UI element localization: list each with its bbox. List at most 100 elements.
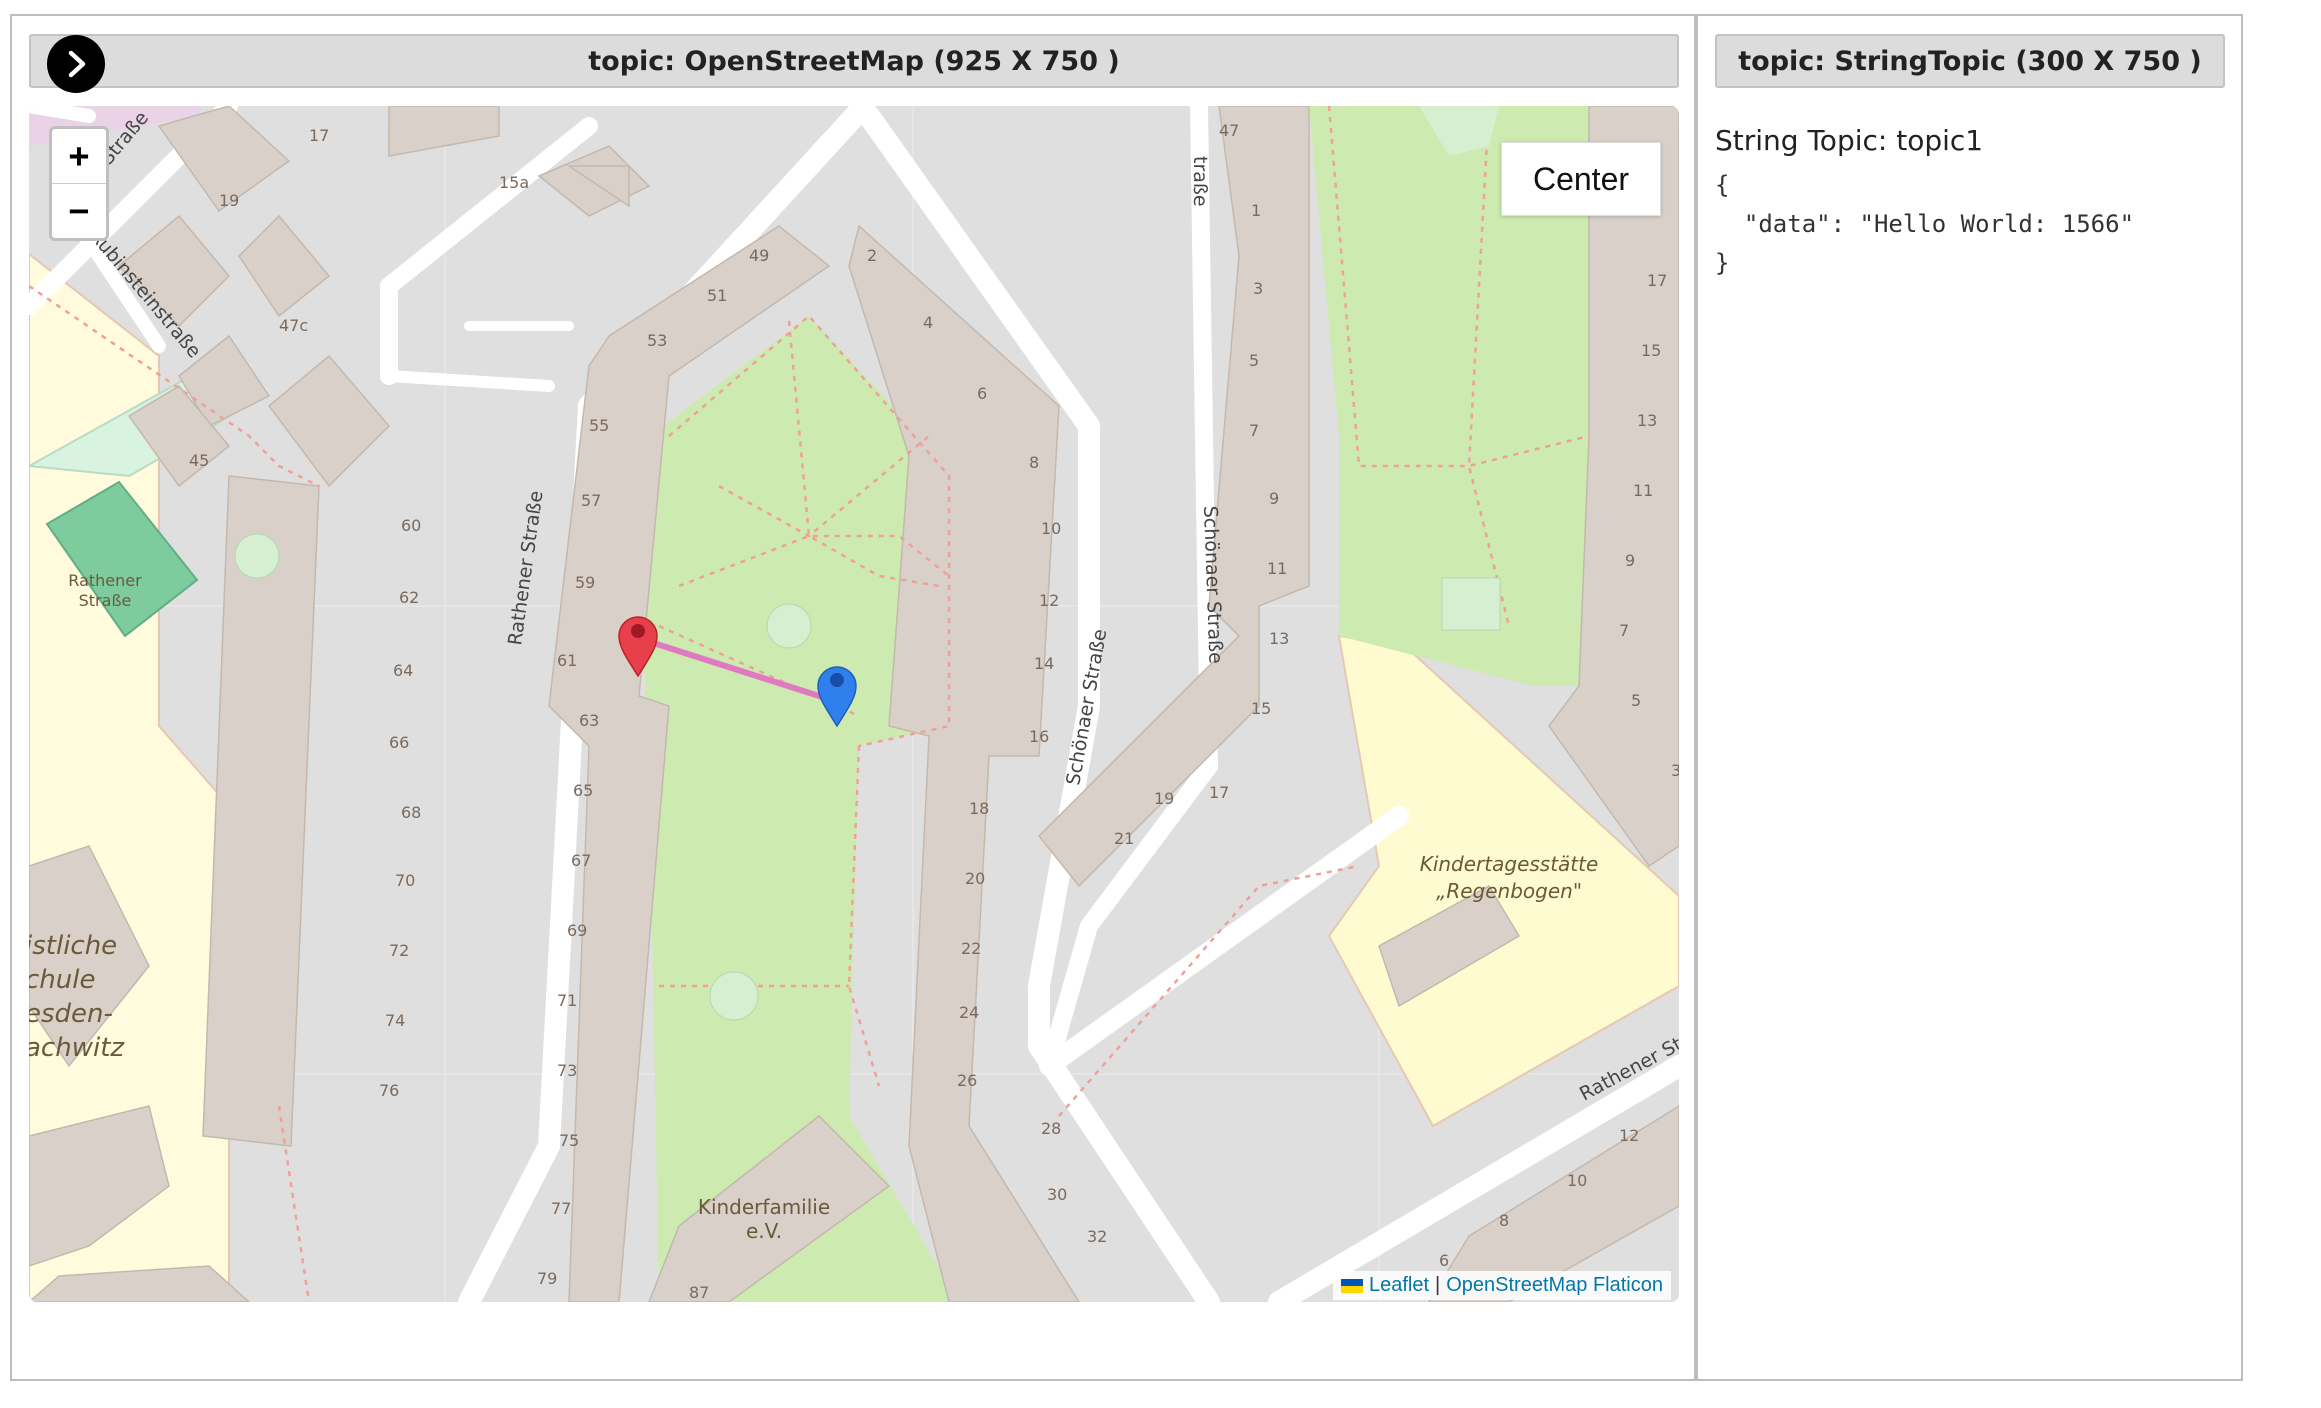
house-number-label: 3 <box>1671 761 1679 780</box>
house-number-label: 17 <box>1647 271 1667 290</box>
house-number-label: 75 <box>559 1131 579 1150</box>
house-number-label: 9 <box>1625 551 1635 570</box>
leaflet-link[interactable]: Leaflet <box>1369 1274 1429 1297</box>
house-number-label: 73 <box>557 1061 577 1080</box>
house-number-label: 51 <box>707 286 727 305</box>
house-number-label: 13 <box>1637 411 1657 430</box>
string-topic-panel: topic: StringTopic (300 X 750 ) String T… <box>1696 14 2243 1381</box>
house-number-label: 49 <box>749 246 769 265</box>
house-number-label: 59 <box>575 573 595 592</box>
house-number-label: 64 <box>393 661 413 680</box>
center-button[interactable]: Center <box>1501 142 1661 216</box>
house-number-label: 55 <box>589 416 609 435</box>
house-number-label: 15 <box>1251 699 1271 718</box>
house-number-label: 12 <box>1619 1126 1639 1145</box>
house-number-label: 28 <box>1041 1119 1061 1138</box>
string-panel-header: topic: StringTopic (300 X 750 ) <box>1715 34 2225 88</box>
house-number-label: 13 <box>1269 629 1289 648</box>
house-number-label: 12 <box>1039 591 1059 610</box>
house-number-label: 77 <box>551 1199 571 1218</box>
house-number-label: 16 <box>1029 727 1049 746</box>
house-number-label: 6 <box>1439 1251 1449 1270</box>
house-number-label: 10 <box>1041 519 1061 538</box>
place-label: istliche <box>29 931 117 961</box>
house-number-label: 4 <box>923 313 933 332</box>
house-number-label: 21 <box>1114 829 1134 848</box>
place-label: Rathener <box>68 571 142 590</box>
house-number-label: 63 <box>579 711 599 730</box>
place-label: chule <box>29 965 95 995</box>
place-label: „Regenbogen" <box>1436 879 1582 903</box>
house-number-label: 68 <box>401 803 421 822</box>
house-number-label: 2 <box>867 246 877 265</box>
house-number-label: 30 <box>1047 1185 1067 1204</box>
attribution-separator: | <box>1435 1274 1441 1296</box>
house-number-label: 45 <box>189 451 209 470</box>
house-number-label: 5 <box>1249 351 1259 370</box>
zoom-control: + − <box>49 126 109 241</box>
house-number-label: 47c <box>279 316 308 335</box>
house-number-label: 18 <box>969 799 989 818</box>
house-number-label: 87 <box>689 1283 709 1302</box>
house-number-label: 14 <box>1034 654 1054 673</box>
house-number-label: 11 <box>1267 559 1287 578</box>
map-tiles: RubinsteinstraßeRathener Straße Schönaer … <box>29 106 1679 1302</box>
place-label: Straße <box>79 591 132 610</box>
house-number-label: 69 <box>567 921 587 940</box>
house-number-label: 15 <box>1641 341 1661 360</box>
osm-link[interactable]: OpenStreetMap Flaticon <box>1446 1274 1663 1297</box>
map-panel-header: topic: OpenStreetMap (925 X 750 ) <box>29 34 1679 88</box>
house-number-label: 67 <box>571 851 591 870</box>
house-number-label: 3 <box>1253 279 1263 298</box>
house-number-label: 24 <box>959 1003 979 1022</box>
house-number-label: 7 <box>1249 421 1259 440</box>
ukraine-flag-icon <box>1340 1278 1363 1293</box>
house-number-label: 57 <box>581 491 601 510</box>
house-number-label: 74 <box>385 1011 405 1030</box>
house-number-label: 20 <box>965 869 985 888</box>
street-label: traße <box>1189 156 1211 207</box>
house-number-label: 26 <box>957 1071 977 1090</box>
house-number-label: 22 <box>961 939 981 958</box>
zoom-out-button[interactable]: − <box>52 183 106 238</box>
place-label: e.V. <box>746 1219 782 1243</box>
house-number-label: 8 <box>1029 453 1039 472</box>
place-label: Kinderfamilie <box>698 1195 830 1219</box>
string-topic-json: { "data": "Hello World: 1566" } <box>1715 171 2135 277</box>
house-number-label: 71 <box>557 991 577 1010</box>
house-number-label: 60 <box>401 516 421 535</box>
house-number-label: 17 <box>1209 783 1229 802</box>
house-number-label: 1 <box>1251 201 1261 220</box>
house-number-label: 32 <box>1087 1227 1107 1246</box>
house-number-label: 15a <box>499 173 529 192</box>
house-number-label: 53 <box>647 331 667 350</box>
house-number-label: 72 <box>389 941 409 960</box>
house-number-label: 79 <box>537 1269 557 1288</box>
zoom-in-button[interactable]: + <box>52 129 106 183</box>
house-number-label: 7 <box>1619 621 1629 640</box>
place-label: esden- <box>29 999 113 1029</box>
house-number-label: 62 <box>399 588 419 607</box>
house-number-label: 66 <box>389 733 409 752</box>
house-number-label: 5 <box>1631 691 1641 710</box>
place-label: Kindertagesstätte <box>1420 852 1599 876</box>
house-number-label: 11 <box>1633 481 1653 500</box>
house-number-label: 70 <box>395 871 415 890</box>
place-label: achwitz <box>29 1033 125 1063</box>
house-number-label: 17 <box>309 126 329 145</box>
string-topic-title: String Topic: topic1 <box>1715 124 1984 157</box>
house-number-label: 47 <box>1219 121 1239 140</box>
house-number-label: 76 <box>379 1081 399 1100</box>
house-number-label: 8 <box>1499 1211 1509 1230</box>
map-panel: topic: OpenStreetMap (925 X 750 ) Rubins… <box>10 14 1696 1381</box>
chevron-right-icon[interactable] <box>47 35 105 93</box>
map-viewport[interactable]: Rubinsteinstraße Rathener Straße Schönaer … <box>29 106 1679 1302</box>
house-number-label: 10 <box>1567 1171 1587 1190</box>
house-number-label: 19 <box>1154 789 1174 808</box>
map-attribution: Leaflet | OpenStreetMap Flaticon <box>1332 1271 1671 1300</box>
house-number-label: 9 <box>1269 489 1279 508</box>
house-number-label: 19 <box>219 191 239 210</box>
house-number-label: 61 <box>557 651 577 670</box>
house-number-label: 6 <box>977 384 987 403</box>
house-number-label: 65 <box>573 781 593 800</box>
